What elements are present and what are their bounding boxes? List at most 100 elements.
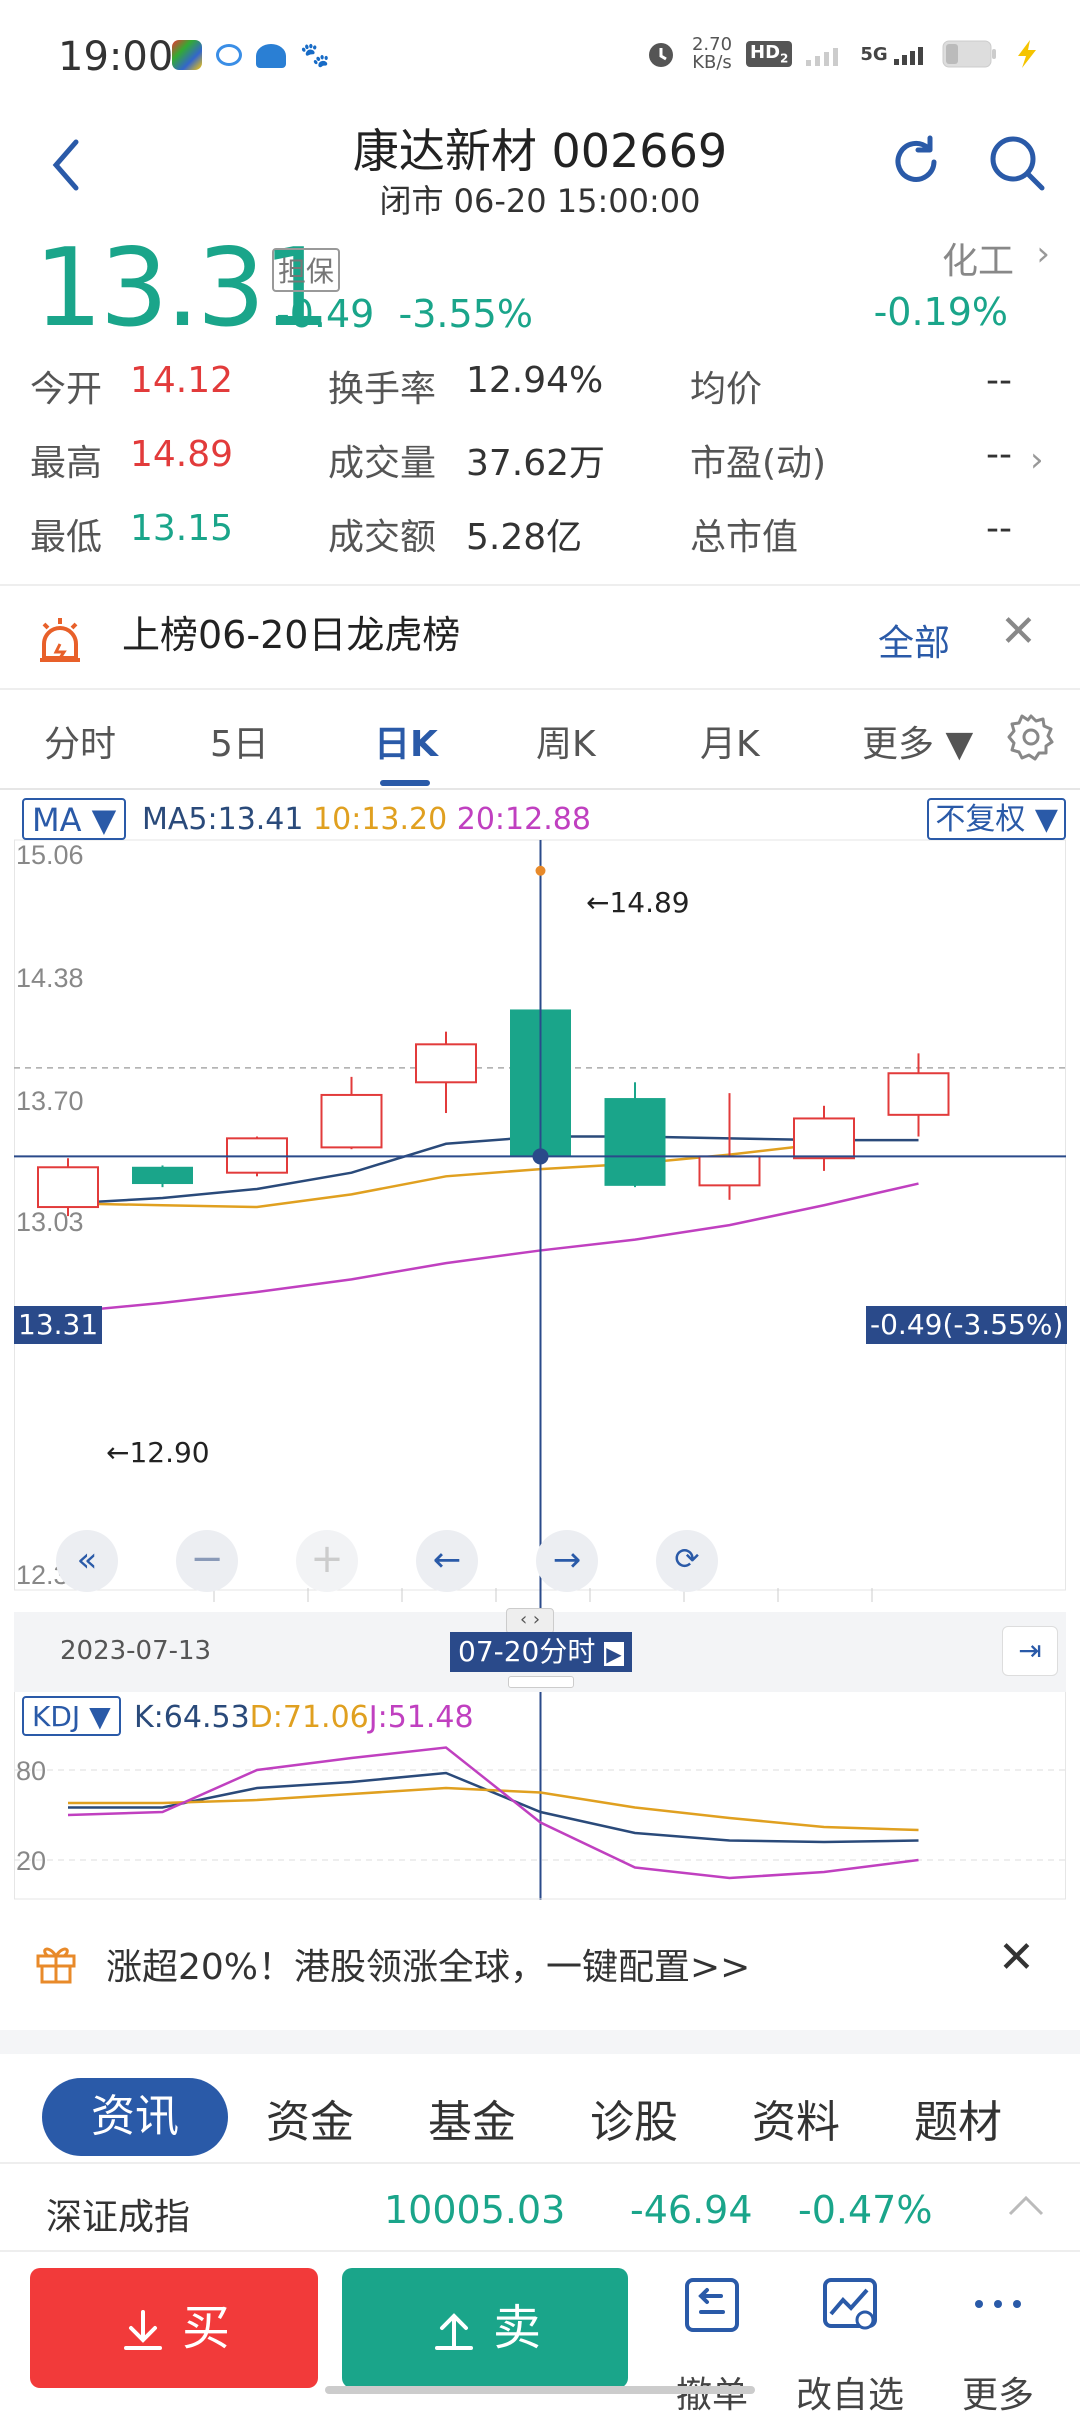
- label-high: 最高: [30, 443, 103, 484]
- tab-intraday[interactable]: 分时: [44, 715, 116, 767]
- move-left-icon[interactable]: ←: [416, 1530, 478, 1592]
- search-icon[interactable]: [986, 132, 1048, 194]
- date-start: 2023-07-13: [60, 1636, 212, 1666]
- label-avg: 均价: [690, 369, 763, 410]
- tab-funds[interactable]: 基金: [428, 2086, 516, 2150]
- gift-icon: [36, 1947, 76, 1984]
- price-change: -0.49 -3.55%: [276, 292, 533, 336]
- tab-profile[interactable]: 资料: [752, 2086, 840, 2150]
- label-pe: 市盈(动): [690, 443, 827, 484]
- kdj-line-j: [67, 1746, 919, 1880]
- cancel-order-icon: [685, 2278, 739, 2332]
- candle-body: [132, 1166, 193, 1185]
- promo-banner[interactable]: 涨超20%！港股领涨全球，一键配置>> ✕: [0, 1900, 1080, 2030]
- buy-label: 买: [181, 2300, 230, 2356]
- value-high: 14.89: [130, 434, 234, 475]
- download-arrow-icon: [123, 2310, 162, 2350]
- notification-icons: 🐾: [172, 40, 330, 70]
- rewind-icon[interactable]: «: [56, 1530, 118, 1592]
- index-ticker[interactable]: 深证成指 10005.03 -46.94 -0.47%: [0, 2162, 1080, 2252]
- buy-button[interactable]: 买: [30, 2268, 318, 2388]
- kdj-line-d: [68, 1786, 919, 1832]
- tab-diagnosis[interactable]: 诊股: [590, 2086, 678, 2150]
- upload-arrow-icon: [434, 2313, 473, 2350]
- close-icon[interactable]: ✕: [998, 1932, 1035, 1983]
- rotate-icon[interactable]: ⟳: [656, 1530, 718, 1592]
- low-marker-label: ←12.90: [106, 1436, 210, 1469]
- edit-watchlist-label: 改自选: [795, 2375, 904, 2416]
- tab-daily-k[interactable]: 日K: [374, 715, 438, 767]
- index-change: -46.94: [630, 2188, 753, 2232]
- zoom-in-icon[interactable]: +: [296, 1530, 358, 1592]
- tab-news[interactable]: 资讯: [42, 2078, 228, 2156]
- tab-5day[interactable]: 5日: [210, 715, 269, 767]
- drag-handle-icon[interactable]: ‹ ›: [506, 1608, 554, 1634]
- banner-all-link[interactable]: 全部: [878, 614, 950, 666]
- alarm-icon: [648, 43, 673, 67]
- stock-header: 康达新材 002669 闭市 06-20 15:00:00: [0, 110, 1080, 225]
- tab-monthly-k[interactable]: 月K: [700, 715, 760, 767]
- ma-line-ma20: [67, 1182, 919, 1314]
- close-icon[interactable]: ✕: [1000, 606, 1037, 657]
- app-icon: [172, 40, 202, 70]
- tab-weekly-k[interactable]: 周K: [536, 715, 596, 767]
- gear-icon[interactable]: [1006, 712, 1056, 762]
- net-speed: 2.70 KB/s: [692, 36, 732, 72]
- sector-name[interactable]: 化工: [942, 232, 1014, 284]
- signal-weak-icon: [806, 48, 839, 66]
- tab-funds-flow[interactable]: 资金: [266, 2086, 354, 2150]
- kline-chart-area[interactable]: 15.06 14.38 13.70 13.03 12.35 80 20 MA ▼ MA5:1…: [14, 790, 1068, 1900]
- more-button[interactable]: 更多: [958, 2274, 1038, 2416]
- value-amount: 5.28亿: [466, 517, 583, 558]
- index-name: 深证成指: [46, 2197, 191, 2238]
- sell-button[interactable]: 卖: [342, 2268, 628, 2388]
- battery-icon: [942, 40, 996, 68]
- value-mktcap: --: [986, 508, 1012, 549]
- edit-watchlist-button[interactable]: 改自选: [796, 2274, 904, 2416]
- cancel-order-button[interactable]: 撤单: [672, 2274, 752, 2416]
- cloud-lock-icon: [256, 44, 286, 68]
- label-amount: 成交额: [328, 517, 437, 558]
- label-volume: 成交量: [328, 443, 437, 484]
- status-time: 19:00: [58, 34, 174, 80]
- chevron-right-icon[interactable]: ›: [1030, 440, 1044, 480]
- adjust-selector[interactable]: 不复权 ▼: [927, 798, 1066, 840]
- jump-to-latest-icon[interactable]: ⇥: [1002, 1626, 1058, 1676]
- move-right-icon[interactable]: →: [536, 1530, 598, 1592]
- high-marker-label: ←14.89: [586, 886, 690, 919]
- zoom-out-icon[interactable]: −: [176, 1530, 238, 1592]
- y-tick-label: 13.03: [16, 1207, 84, 1237]
- refresh-icon[interactable]: [886, 132, 946, 192]
- cursor-date-text: 07-20分时: [458, 1635, 596, 1668]
- play-icon[interactable]: ▶: [604, 1642, 624, 1666]
- chevron-up-icon[interactable]: [1004, 2184, 1048, 2228]
- divider: [0, 584, 1080, 586]
- sector-change: -0.19%: [873, 290, 1008, 334]
- chat-bubble-icon: [216, 44, 242, 66]
- candle-body: [604, 1098, 666, 1186]
- ma-selector[interactable]: MA ▼: [22, 798, 127, 840]
- chevron-right-icon[interactable]: ›: [1036, 234, 1050, 274]
- quote-grid[interactable]: 今开 14.12 换手率 12.94% 均价 -- 最高 14.89 成交量 3…: [0, 360, 1080, 570]
- drag-handle-bottom[interactable]: [508, 1676, 574, 1688]
- index-value: 10005.03: [384, 2188, 566, 2232]
- charging-icon: [1018, 40, 1036, 68]
- ma20-value: 20:12.88: [456, 802, 591, 837]
- candle-body: [793, 1117, 855, 1160]
- value-open: 14.12: [130, 360, 234, 401]
- kdj-selector[interactable]: KDJ ▼: [22, 1696, 121, 1736]
- more-dots-icon: [975, 2300, 1021, 2308]
- tab-themes[interactable]: 题材: [914, 2086, 1002, 2150]
- crosshair-dot: [532, 1148, 549, 1165]
- high-dot: [535, 865, 546, 876]
- price-change-value: -0.49: [276, 292, 375, 336]
- j-value: J:51.48: [368, 1700, 474, 1735]
- paw-icon: 🐾: [300, 41, 330, 69]
- cursor-date-tag[interactable]: 07-20分时 ▶: [450, 1632, 632, 1672]
- dragon-tiger-banner[interactable]: 上榜06-20日龙虎榜 全部 ✕: [0, 588, 1080, 688]
- status-right: 2.70 KB/s HD2 5G: [644, 36, 1040, 72]
- tab-more[interactable]: 更多 ▼: [862, 715, 973, 767]
- y-tick-label: 15.06: [16, 840, 84, 870]
- label-open: 今开: [30, 369, 103, 410]
- sell-label: 卖: [492, 2300, 541, 2356]
